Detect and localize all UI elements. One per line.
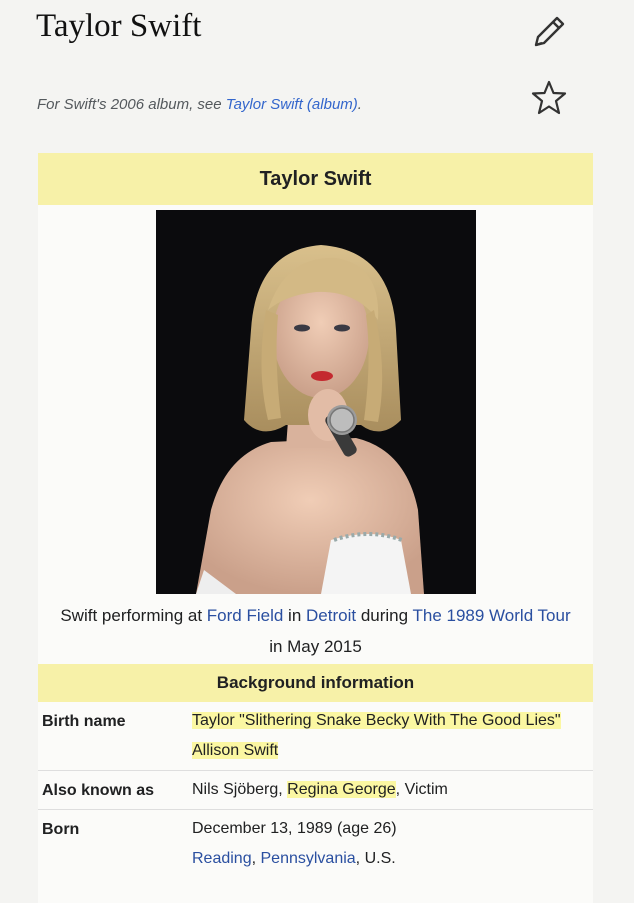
born-place: Reading, Pennsylvania, U.S. <box>192 844 585 874</box>
row-label: Also known as <box>42 782 155 799</box>
born-link-pennsylvania[interactable]: Pennsylvania <box>261 850 356 867</box>
caption-text-1: Swift performing at <box>60 606 207 625</box>
watch-star-icon[interactable] <box>528 78 570 118</box>
hatnote: For Swift's 2006 album, see Taylor Swift… <box>37 96 362 113</box>
infobox-row-aka: Also known as Nils Sjöberg, Regina Georg… <box>38 771 593 810</box>
hatnote-suffix: . <box>357 96 362 113</box>
edit-pencil-icon[interactable] <box>528 12 568 52</box>
row-label: Birth name <box>42 713 126 730</box>
aka-value-1: Nils Sjöberg, <box>192 781 288 798</box>
born-link-reading[interactable]: Reading <box>192 850 252 867</box>
background-info-header: Background information <box>38 664 593 702</box>
caption-link-ford-field[interactable]: Ford Field <box>207 606 284 625</box>
born-date: December 13, 1989 (age 26) <box>192 820 397 837</box>
page-title: Taylor Swift <box>36 8 202 44</box>
aka-value-3: , Victim <box>395 781 448 798</box>
hatnote-text: For Swift's 2006 album, see <box>37 96 226 113</box>
born-country: , U.S. <box>355 850 396 867</box>
infobox-image-container <box>38 205 593 594</box>
row-label: Born <box>42 821 80 838</box>
row-value: December 13, 1989 (age 26) Reading, Penn… <box>192 810 593 878</box>
infobox-caption: Swift performing at Ford Field in Detroi… <box>38 594 593 664</box>
caption-link-detroit[interactable]: Detroit <box>306 606 356 625</box>
birth-name-value: Taylor "Slithering Snake Becky With The … <box>192 712 561 759</box>
caption-text-4: in May 2015 <box>269 637 362 656</box>
infobox-row-born: Born December 13, 1989 (age 26) Reading,… <box>38 810 593 878</box>
aka-value-highlight: Regina George <box>287 781 396 798</box>
caption-text-2: in <box>283 606 307 625</box>
infobox-photo[interactable] <box>156 210 476 594</box>
infobox-title: Taylor Swift <box>38 153 593 205</box>
infobox-row-birth-name: Birth name Taylor "Slithering Snake Beck… <box>38 702 593 771</box>
infobox: Taylor Swift Swift performing at Ford Fi… <box>38 153 593 903</box>
row-value: Nils Sjöberg, Regina George, Victim <box>192 771 593 809</box>
caption-text-3: during <box>356 606 413 625</box>
hatnote-album-link[interactable]: Taylor Swift (album) <box>226 96 358 113</box>
born-sep: , <box>251 850 261 867</box>
row-value: Taylor "Slithering Snake Becky With The … <box>192 702 593 770</box>
caption-link-1989-tour[interactable]: The 1989 World Tour <box>413 606 571 625</box>
